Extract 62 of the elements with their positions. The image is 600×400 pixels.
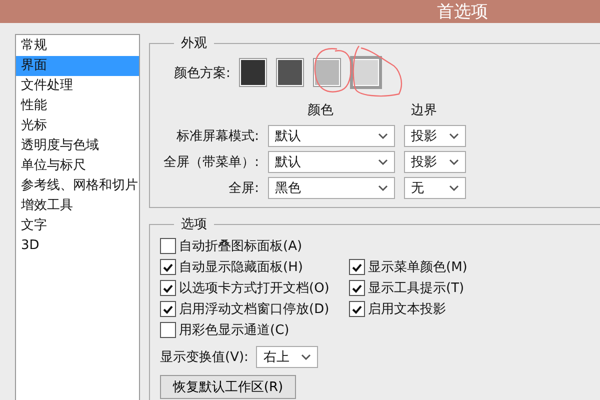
checkmark-icon [163,284,173,292]
checkmark-icon [352,284,362,292]
checkmark-icon [352,262,362,272]
sidebar-item[interactable]: 参考线、网格和切片 [16,176,139,196]
option-checkbox[interactable]: 用彩色显示通道(C) [160,321,349,339]
sidebar-item[interactable]: 透明度与色域 [16,136,139,156]
field-label: 全屏（带菜单）: [162,154,259,171]
sidebar-item[interactable]: 3D [16,236,139,256]
field-label: 全屏: [228,180,259,197]
color-dropdown[interactable]: 默认 [268,125,395,147]
field-label: 颜色方案: [174,64,230,82]
option-checkbox[interactable]: 启用浮动文档窗口停放(D) [160,300,349,318]
checkmark-icon [163,304,173,314]
checkbox[interactable] [160,259,176,275]
chevron-down-icon [449,159,459,165]
chevron-down-icon [301,354,312,360]
color-dropdown[interactable]: 默认 [268,151,395,173]
window-title: 首选项 [437,1,488,23]
sidebar-item[interactable]: 单位与标尺 [16,156,139,176]
checkbox[interactable] [349,280,365,296]
border-dropdown[interactable]: 投影 [404,151,466,173]
option-checkbox[interactable]: 自动显示隐藏面板(H) [160,258,349,276]
checkbox[interactable] [160,280,176,296]
column-header: 颜色 [306,102,334,119]
color-swatch[interactable] [313,58,342,87]
chevron-down-icon [449,133,459,139]
sidebar-item[interactable]: 性能 [16,96,139,116]
option-checkbox[interactable]: 启用文本投影 [349,300,600,318]
option-checkbox[interactable]: 以选项卡方式打开文档(O) [160,279,349,297]
field-label: 标准屏幕模式: [176,128,259,145]
column-header: 边界 [410,102,438,119]
checkbox[interactable] [349,301,365,317]
sidebar-item[interactable]: 文件处理 [16,76,139,96]
border-dropdown[interactable]: 投影 [404,125,466,147]
color-swatch[interactable] [350,56,382,89]
color-swatch[interactable] [239,58,268,87]
checkbox[interactable] [349,259,365,275]
sidebar-item[interactable]: 常规 [16,36,139,56]
option-checkbox[interactable]: 显示工具提示(T) [349,279,600,297]
chevron-down-icon [378,159,388,165]
chevron-down-icon [378,185,388,191]
reset-button[interactable]: 恢复默认工作区(R) [160,375,296,399]
sidebar-item[interactable]: 文字 [16,216,139,236]
sidebar-item[interactable]: 界面 [16,56,139,76]
sidebar-item[interactable]: 增效工具 [16,196,139,216]
option-checkbox[interactable]: 显示菜单颜色(M) [349,258,600,276]
group-title: 外观 [180,35,208,52]
color-swatch[interactable] [276,58,304,87]
transform-dropdown[interactable]: 右上 [256,346,318,368]
checkmark-icon [352,304,362,314]
color-dropdown[interactable]: 黑色 [268,177,395,199]
group-title: 选项 [180,216,208,233]
border-dropdown[interactable]: 无 [404,177,466,199]
checkmark-icon [163,262,173,272]
field-label: 显示变换值(V): [160,349,248,366]
sidebar-item[interactable]: 光标 [16,116,139,136]
checkbox[interactable] [160,301,176,317]
option-checkbox[interactable]: 自动折叠图标面板(A) [160,237,349,255]
chevron-down-icon [378,133,388,139]
chevron-down-icon [449,185,459,191]
checkbox[interactable] [160,238,176,254]
checkbox[interactable] [160,322,176,338]
